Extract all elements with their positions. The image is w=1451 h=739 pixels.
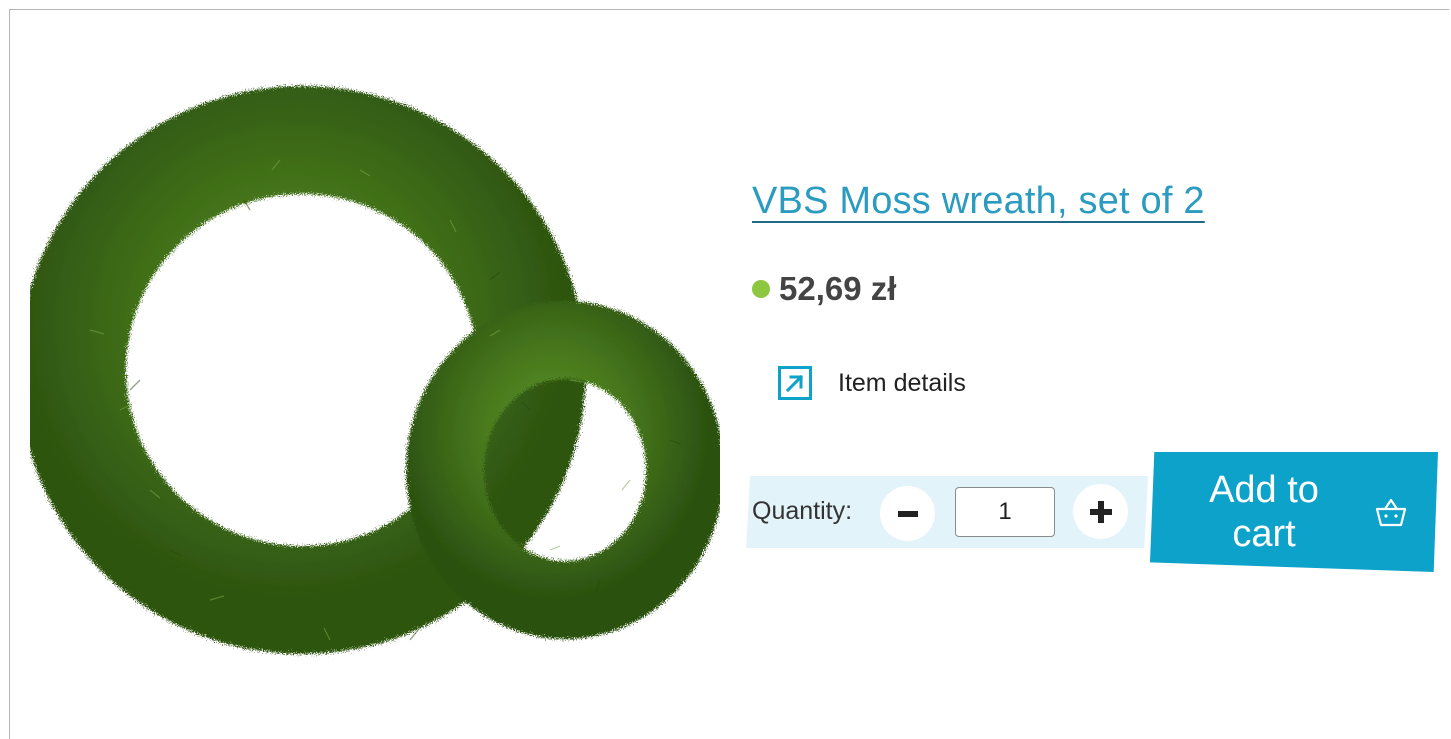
add-to-cart-label-line1: Add to (1209, 469, 1319, 511)
basket-icon (1375, 498, 1407, 527)
product-image (30, 86, 720, 654)
add-to-cart-button[interactable]: Add to cart (1150, 452, 1438, 572)
quantity-input[interactable] (955, 487, 1055, 537)
item-details-label: Item details (838, 368, 966, 397)
external-link-arrow-icon (778, 366, 812, 400)
quantity-increase-button[interactable] (1073, 484, 1128, 539)
stock-status-dot (752, 280, 770, 298)
quantity-decrease-button[interactable] (880, 486, 935, 541)
product-title-link[interactable]: VBS Moss wreath, set of 2 (752, 180, 1205, 223)
item-details-link[interactable]: Item details (778, 366, 966, 400)
quantity-label: Quantity: (752, 497, 853, 525)
plus-icon (1089, 500, 1112, 523)
price-row: 52,69 zł (752, 270, 896, 308)
minus-icon (897, 510, 918, 517)
product-price: 52,69 zł (779, 270, 897, 307)
add-to-cart-label: Add to cart (1194, 468, 1334, 556)
add-to-cart-label-line2: cart (1232, 513, 1296, 555)
